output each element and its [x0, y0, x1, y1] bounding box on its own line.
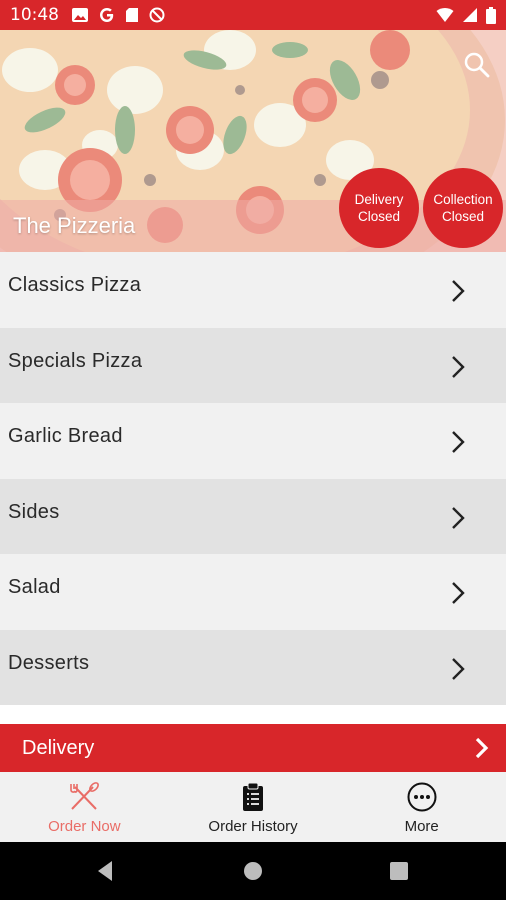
search-icon[interactable] [462, 50, 492, 80]
menu-category-salad[interactable]: Salad [0, 554, 506, 630]
menu-category-label: Salad [8, 576, 61, 599]
order-mode-bar[interactable]: Delivery [0, 724, 506, 772]
tab-label: Order History [208, 818, 298, 835]
system-nav-bar [0, 842, 506, 900]
tab-label: Order Now [48, 818, 121, 835]
menu-category-sides[interactable]: Sides [0, 478, 506, 554]
chevron-right-icon [475, 737, 489, 759]
no-disturb-icon [149, 7, 165, 23]
delivery-status-line1: Delivery [354, 192, 404, 207]
menu-category-label: Sides [8, 500, 60, 523]
photo-icon [72, 8, 88, 22]
hero-banner: The Pizzeria Delivery Closed Collection … [0, 30, 506, 252]
bottom-tab-bar: Order Now Order History More [0, 772, 506, 842]
delivery-status-line2: Closed [357, 209, 401, 224]
chevron-right-icon [452, 280, 465, 302]
menu-category-classics-pizza[interactable]: Classics Pizza [0, 252, 506, 328]
fork-knife-icon [67, 780, 101, 814]
menu-category-label: Desserts [8, 651, 90, 674]
tab-order-now[interactable]: Order Now [0, 772, 169, 842]
menu-category-label: Classics Pizza [8, 274, 142, 297]
collection-status-badge: Collection Closed [423, 168, 503, 248]
chevron-right-icon [452, 431, 465, 453]
signal-icon [463, 8, 477, 22]
menu-category-label: Specials Pizza [8, 349, 143, 372]
back-icon[interactable] [96, 860, 114, 882]
tab-label: More [404, 818, 439, 835]
clipboard-icon [236, 780, 270, 814]
order-mode-label: Delivery [22, 736, 95, 759]
restaurant-title: The Pizzeria [13, 213, 136, 238]
home-icon[interactable] [244, 862, 262, 880]
delivery-status-badge: Delivery Closed [339, 168, 419, 248]
chevron-right-icon [452, 582, 465, 604]
menu-category-specials-pizza[interactable]: Specials Pizza [0, 327, 506, 403]
recent-apps-icon[interactable] [390, 862, 408, 880]
menu-category-list: Classics Pizza Specials Pizza Garlic Bre… [0, 252, 506, 705]
collection-status-line1: Collection [433, 192, 493, 207]
battery-icon [486, 6, 496, 24]
menu-category-garlic-bread[interactable]: Garlic Bread [0, 403, 506, 479]
menu-category-desserts[interactable]: Desserts [0, 629, 506, 705]
status-right-icons [436, 6, 496, 24]
status-left-icons [71, 7, 165, 23]
tab-more[interactable]: More [337, 772, 506, 842]
wifi-icon [436, 8, 454, 22]
google-icon [100, 8, 114, 22]
tab-order-history[interactable]: Order History [169, 772, 338, 842]
collection-status-line2: Closed [441, 209, 485, 224]
menu-category-label: Garlic Bread [8, 425, 123, 448]
chevron-right-icon [452, 355, 465, 378]
more-icon [405, 780, 439, 814]
chevron-right-icon [452, 657, 465, 680]
sd-card-icon [126, 8, 138, 22]
chevron-right-icon [452, 506, 465, 529]
status-time: 10:48 [10, 5, 59, 25]
status-bar: 10:48 [0, 0, 506, 30]
